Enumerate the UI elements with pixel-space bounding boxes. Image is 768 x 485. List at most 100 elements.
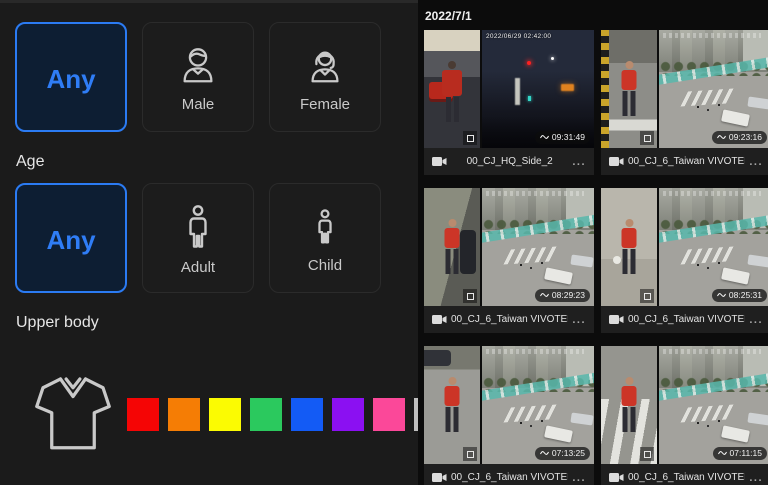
night-cyan-light — [528, 96, 531, 101]
age-option-adult[interactable]: Adult — [142, 183, 254, 293]
camcorder-icon — [609, 472, 624, 483]
detection-time: 07:11:15 — [730, 448, 762, 458]
color-swatch[interactable] — [127, 398, 159, 431]
age-adult-label: Adult — [181, 259, 215, 276]
person-crop-thumbnail[interactable] — [424, 346, 480, 464]
night-white-light — [551, 57, 554, 60]
card-label-bar: 00_CJ_6_Taiwan VIVOTEK HQ_6F ... — [424, 306, 594, 333]
camera-osd-text: 2022/06/29 02:42:00 — [486, 33, 551, 40]
detection-time: 09:23:16 — [729, 132, 762, 142]
scene-osd-smudge — [486, 191, 584, 196]
age-option-child[interactable]: Child — [269, 183, 381, 293]
thumbnail-pair: 08:29:23 — [424, 188, 594, 306]
result-card[interactable]: 07:11:15 00_CJ_6_Taiwan VIVOTEK HQ_6F ..… — [601, 346, 768, 485]
crop-frame-icon — [463, 447, 477, 461]
person-crop-thumbnail[interactable] — [601, 30, 657, 148]
thumbnail-pair: 09:23:16 — [601, 30, 768, 148]
jump-to-time-icon — [540, 134, 549, 140]
scene-van — [544, 425, 573, 442]
person-crop-thumbnail[interactable] — [601, 346, 657, 464]
jump-to-time-icon — [718, 450, 727, 456]
more-options-button[interactable]: ... — [749, 314, 763, 326]
person-crop-thumbnail[interactable] — [601, 188, 657, 306]
thumbnail-pair: 2022/06/29 02:42:00 09:31:49 — [424, 30, 594, 148]
detected-person — [622, 377, 637, 432]
scene-car — [570, 255, 593, 268]
gender-female-label: Female — [300, 96, 350, 113]
gender-any-label: Any — [46, 64, 95, 95]
scene-van — [721, 267, 750, 284]
result-card[interactable]: 08:29:23 00_CJ_6_Taiwan VIVOTEK HQ_6F ..… — [424, 188, 594, 333]
scene-thumbnail[interactable]: 2022/06/29 02:42:00 09:31:49 — [482, 30, 594, 148]
detection-time: 08:25:31 — [729, 290, 762, 300]
gender-option-any[interactable]: Any — [15, 22, 127, 132]
color-swatch[interactable] — [209, 398, 241, 431]
thumbnail-pair: 07:13:25 — [424, 346, 594, 464]
upper-body-section-label: Upper body — [16, 314, 418, 332]
camera-name: 00_CJ_6_Taiwan VIVOTEK HQ_6F — [451, 472, 568, 483]
color-palette — [127, 398, 418, 431]
scene-thumbnail[interactable]: 08:29:23 — [482, 188, 594, 306]
gender-option-male[interactable]: Male — [142, 22, 254, 132]
timestamp-badge: 09:31:49 — [535, 131, 590, 144]
camcorder-icon — [432, 156, 447, 167]
more-options-button[interactable]: ... — [572, 314, 586, 326]
crop-scenery — [601, 30, 609, 148]
app-root: Any Male — [0, 0, 768, 485]
card-label-bar: 00_CJ_HQ_Side_2 ... — [424, 148, 594, 175]
thumbnail-pair: 08:25:31 — [601, 188, 768, 306]
crop-frame-icon — [463, 289, 477, 303]
filter-sidebar: Any Male — [0, 0, 418, 485]
detected-person — [622, 219, 637, 274]
more-options-button[interactable]: ... — [749, 156, 763, 168]
crop-scenery — [613, 256, 621, 264]
camcorder-icon — [432, 472, 447, 483]
person-crop-thumbnail[interactable] — [424, 30, 480, 148]
camera-name: 00_CJ_6_Taiwan VIVOTEK HQ_6F — [628, 314, 745, 325]
more-options-button[interactable]: ... — [572, 156, 586, 168]
color-swatch[interactable] — [373, 398, 405, 431]
timestamp-badge: 07:13:25 — [535, 447, 590, 460]
male-icon — [177, 45, 219, 87]
polo-shirt-icon — [33, 372, 113, 456]
scene-osd-smudge — [663, 191, 761, 196]
age-child-label: Child — [308, 257, 342, 274]
color-swatch[interactable] — [250, 398, 282, 431]
camera-name: 00_CJ_6_Taiwan VIVOTEK HQ_6F — [628, 156, 745, 167]
result-card[interactable]: 07:13:25 00_CJ_6_Taiwan VIVOTEK HQ_6F ..… — [424, 346, 594, 485]
jump-to-time-icon — [717, 292, 726, 298]
scene-thumbnail[interactable]: 07:13:25 — [482, 346, 594, 464]
adult-icon — [178, 204, 218, 250]
person-crop-thumbnail[interactable] — [424, 188, 480, 306]
crop-frame-icon — [463, 131, 477, 145]
scene-van — [721, 109, 750, 126]
scene-thumbnail[interactable]: 08:25:31 — [659, 188, 768, 306]
scene-car — [570, 413, 593, 426]
detected-person — [622, 61, 637, 116]
color-swatch[interactable] — [332, 398, 364, 431]
timestamp-badge: 09:23:16 — [712, 131, 767, 144]
detected-person — [442, 61, 462, 122]
result-card[interactable]: 08:25:31 00_CJ_6_Taiwan VIVOTEK HQ_6F ..… — [601, 188, 768, 333]
night-sign-light — [561, 84, 574, 91]
detected-person — [445, 219, 460, 274]
gender-option-female[interactable]: Female — [269, 22, 381, 132]
card-label-bar: 00_CJ_6_Taiwan VIVOTEK HQ_6F ... — [601, 306, 768, 333]
timestamp-badge: 08:29:23 — [535, 289, 590, 302]
age-option-any[interactable]: Any — [15, 183, 127, 293]
female-icon — [304, 45, 346, 87]
more-options-button[interactable]: ... — [572, 472, 586, 484]
scene-thumbnail[interactable]: 07:11:15 — [659, 346, 768, 464]
night-red-light — [527, 61, 531, 65]
jump-to-time-icon — [540, 292, 549, 298]
camcorder-icon — [609, 314, 624, 325]
more-options-button[interactable]: ... — [749, 472, 763, 484]
crop-frame-icon — [640, 289, 654, 303]
camera-name: 00_CJ_6_Taiwan VIVOTEK HQ_6F — [451, 314, 568, 325]
scene-thumbnail[interactable]: 09:23:16 — [659, 30, 768, 148]
color-swatch[interactable] — [168, 398, 200, 431]
color-swatch[interactable] — [291, 398, 323, 431]
result-card[interactable]: 2022/06/29 02:42:00 09:31:49 00_CJ_HQ_Si… — [424, 30, 594, 175]
gender-male-label: Male — [182, 96, 215, 113]
result-card[interactable]: 09:23:16 00_CJ_6_Taiwan VIVOTEK HQ_6F ..… — [601, 30, 768, 175]
